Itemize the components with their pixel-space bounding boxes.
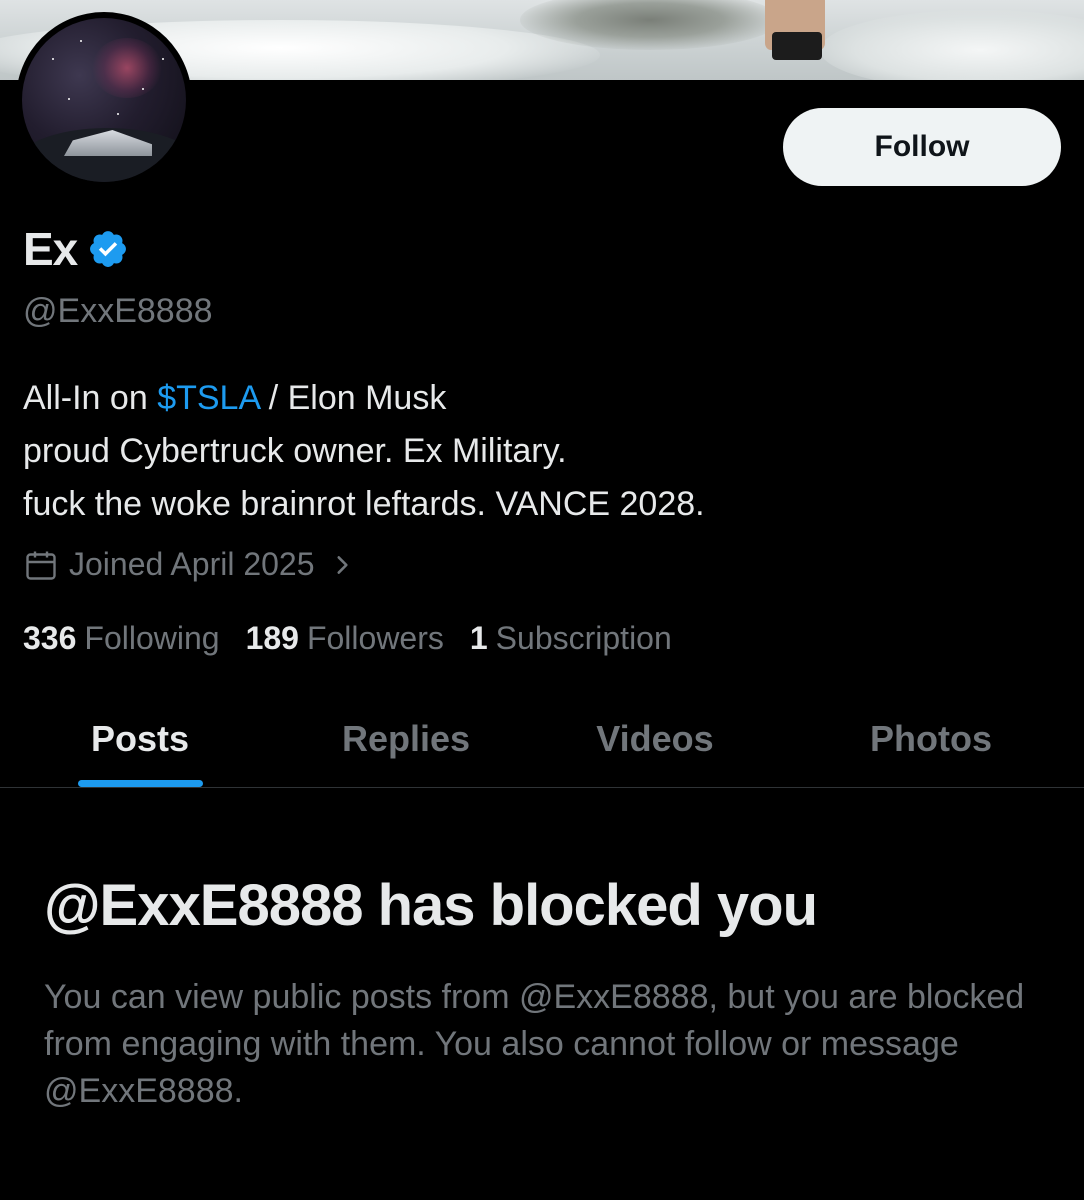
tab-videos[interactable]: Videos [532,690,778,787]
cashtag-link[interactable]: $TSLA [157,379,259,417]
profile-tabs: Posts Replies Videos Photos [0,690,1084,788]
banner-wave [820,10,1084,80]
profile-handle: @ExxE8888 [23,292,213,330]
followers-count: 189 [245,620,299,656]
avatar-nebula [92,38,162,98]
profile-stats: 336 Following 189 Followers 1 Subscription [23,620,672,657]
joined-date[interactable]: Joined April 2025 [23,546,355,583]
following-count: 336 [23,620,77,656]
tab-replies[interactable]: Replies [280,690,532,787]
name-row: Ex [23,222,129,276]
tab-photos[interactable]: Photos [778,690,1084,787]
banner-person-shorts [772,32,822,60]
avatar-star [80,40,82,42]
profile-bio: All-In on $TSLA / Elon Musk proud Cybert… [23,372,705,531]
bio-text: All-In on [23,379,158,417]
blocked-title: @ExxE8888 has blocked you [44,873,818,938]
bio-line: All-In on $TSLA / Elon Musk [23,372,705,425]
avatar[interactable] [16,12,192,188]
active-tab-indicator [78,780,203,787]
following-label: Following [84,620,220,656]
bio-text: / Elon Musk [259,379,447,417]
bio-line: fuck the woke brainrot leftards. VANCE 2… [23,485,705,523]
avatar-star [142,88,144,90]
subscription-count: 1 [469,620,488,656]
verified-badge-icon[interactable] [87,228,129,270]
followers-link[interactable]: 189 Followers [246,620,444,657]
following-link[interactable]: 336 Following [23,620,220,657]
avatar-image [22,18,186,182]
follow-button[interactable]: Follow [783,108,1061,186]
blocked-description: You can view public posts from @ExxE8888… [44,978,1025,1110]
chevron-right-icon [336,555,348,574]
subscription-label: Subscription [495,620,672,656]
avatar-star [52,58,54,60]
display-name: Ex [23,223,78,275]
calendar-icon [26,551,56,580]
joined-text: Joined April 2025 [69,546,315,582]
subscription-link[interactable]: 1 Subscription [470,620,672,657]
tab-posts[interactable]: Posts [0,690,280,787]
avatar-star [68,98,70,100]
followers-label: Followers [306,620,444,656]
avatar-star [162,58,164,60]
avatar-star [117,113,119,115]
bio-line: proud Cybertruck owner. Ex Military. [23,432,567,470]
